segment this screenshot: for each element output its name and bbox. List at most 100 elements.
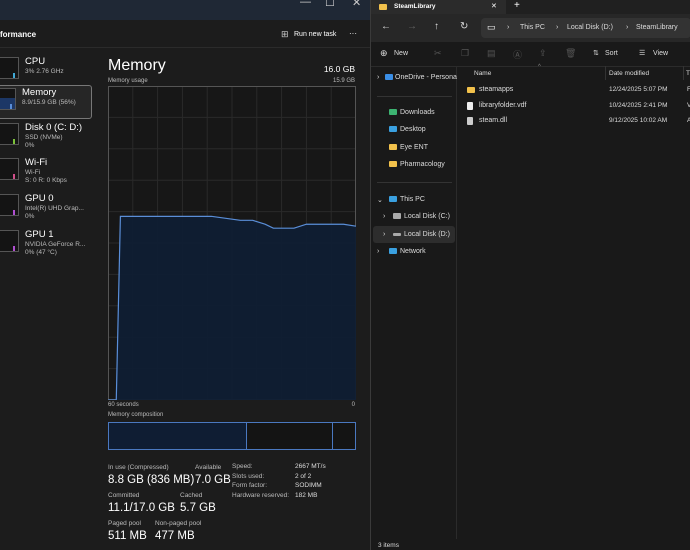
chevron-right-icon[interactable]: › <box>383 213 385 220</box>
chevron-right-icon[interactable]: › <box>383 231 385 238</box>
x-axis-left-label: 60 seconds <box>108 402 139 408</box>
nav-eye-ent[interactable]: Eye ENT <box>389 144 428 151</box>
page-title: formance <box>0 30 37 39</box>
chevron-down-icon[interactable]: ⌄ <box>377 196 383 204</box>
more-options-button[interactable]: ··· <box>349 29 357 38</box>
column-name[interactable]: Name <box>474 70 491 77</box>
share-icon[interactable]: ⇪ <box>539 48 547 59</box>
available-label: Available <box>195 464 222 471</box>
file-row[interactable]: steam.dll 9/12/2025 10:02 AM A <box>466 115 690 129</box>
address-bar[interactable]: ▭ › This PC › Local Disk (D:) › SteamLib… <box>481 18 690 38</box>
sidebar-item-detail: Intel(R) UHD Grap... <box>25 205 84 212</box>
column-type[interactable]: T <box>686 70 690 77</box>
column-divider[interactable] <box>605 66 606 80</box>
sort-button[interactable]: Sort <box>605 50 618 57</box>
drive-icon <box>393 232 401 236</box>
column-date-modified[interactable]: Date modified <box>609 70 649 77</box>
breadcrumb-this-pc[interactable]: This PC <box>520 24 545 31</box>
file-row[interactable]: libraryfolder.vdf 10/24/2025 2:41 PM V <box>466 100 690 114</box>
sidebar-item-gpu-0[interactable]: GPU 0 Intel(R) UHD Grap... 0% <box>0 192 92 226</box>
paste-icon[interactable]: ▤ <box>487 48 496 59</box>
tab-close-button[interactable]: ✕ <box>491 2 497 10</box>
forward-button[interactable]: → <box>407 21 417 32</box>
divider <box>377 96 452 97</box>
new-button[interactable]: New <box>394 50 408 57</box>
tab-steamlibrary[interactable]: SteamLibrary ✕ <box>371 0 506 14</box>
up-button[interactable]: ↑ <box>434 21 439 32</box>
nav-label: This PC <box>400 196 425 203</box>
nav-this-pc[interactable]: This PC <box>389 196 425 203</box>
nav-network[interactable]: Network <box>389 248 426 255</box>
spec-value: SODIMM <box>295 482 322 489</box>
nav-local-disk-d[interactable]: Local Disk (D:) <box>393 231 450 238</box>
close-button[interactable]: ✕ <box>352 0 361 9</box>
x-axis-right-label: 0 <box>351 402 355 408</box>
mini-graph <box>0 88 16 110</box>
nav-downloads[interactable]: Downloads <box>389 109 435 116</box>
nav-onedrive[interactable]: OneDrive - Persona <box>385 74 457 81</box>
cached-label: Cached <box>180 492 203 499</box>
sort-ascending-icon: ^ <box>538 64 541 70</box>
composition-label: Memory composition <box>108 412 164 418</box>
file-row[interactable]: steamapps 12/24/2025 5:07 PM F <box>466 84 690 98</box>
chevron-right-icon: › <box>556 24 559 31</box>
sidebar-item-disk-0-c-d-[interactable]: Disk 0 (C: D:) SSD (NVMe) 0% <box>0 121 92 155</box>
mini-graph-spike <box>10 104 12 109</box>
nav-local-disk-c[interactable]: Local Disk (C:) <box>393 213 450 220</box>
run-new-task-button[interactable]: Run new task <box>294 31 336 38</box>
mini-graph-spike <box>13 139 15 144</box>
nav-label: Network <box>400 248 426 255</box>
sidebar-item-name: Memory <box>22 87 57 98</box>
page-header: formance ⊞ Run new task ··· <box>0 20 370 48</box>
file-explorer-window: SteamLibrary ✕ + ← → ↑ ↻ ▭ › This PC › L… <box>370 0 690 550</box>
new-tab-button[interactable]: + <box>514 0 520 11</box>
view-button[interactable]: View <box>653 50 668 57</box>
back-button[interactable]: ← <box>381 21 391 32</box>
tab-bar: SteamLibrary ✕ + <box>371 0 690 14</box>
chevron-right-icon: › <box>507 24 510 31</box>
divider <box>377 182 452 183</box>
minimize-button[interactable]: — <box>300 0 311 8</box>
breadcrumb-local-disk-d[interactable]: Local Disk (D:) <box>567 24 613 31</box>
file-icon <box>467 101 473 110</box>
mini-graph-spike <box>13 210 15 215</box>
delete-icon[interactable]: 🗑 <box>565 48 576 59</box>
copy-icon[interactable]: ❐ <box>461 48 469 59</box>
sidebar-item-memory[interactable]: Memory 8.9/15.9 GB (56%) <box>0 85 92 119</box>
network-icon <box>389 248 397 255</box>
dll-file-icon <box>467 117 473 125</box>
sidebar-item-cpu[interactable]: CPU 3% 2.76 GHz <box>0 55 92 89</box>
chevron-right-icon[interactable]: › <box>377 248 379 255</box>
refresh-button[interactable]: ↻ <box>460 21 468 32</box>
memory-usage-chart <box>108 86 356 400</box>
mini-graph <box>0 230 19 252</box>
nav-label: Local Disk (C:) <box>404 213 450 220</box>
mini-graph <box>0 123 19 145</box>
file-date: 9/12/2025 10:02 AM <box>609 117 668 124</box>
breadcrumb-steamlibrary[interactable]: SteamLibrary <box>636 24 678 31</box>
usage-max: 15.9 GB <box>332 78 355 84</box>
nav-pharmacology[interactable]: Pharmacology <box>389 161 445 168</box>
sidebar-item-wi-fi[interactable]: Wi-Fi Wi-Fi S: 0 R: 0 Kbps <box>0 156 92 190</box>
download-icon <box>389 109 397 116</box>
chevron-right-icon[interactable]: › <box>377 74 379 81</box>
sidebar-item-detail: 0% (47 °C) <box>25 249 57 256</box>
sidebar-item-detail: 0% <box>25 142 35 149</box>
composition-segment-in-use <box>109 423 247 449</box>
available-value: 7.0 GB <box>195 474 231 486</box>
sidebar-item-name: Wi-Fi <box>25 157 48 168</box>
column-divider[interactable] <box>683 66 684 80</box>
mini-graph <box>0 158 19 180</box>
sidebar-item-name: GPU 0 <box>25 193 54 204</box>
maximize-button[interactable]: ☐ <box>325 0 335 9</box>
sidebar-item-gpu-1[interactable]: GPU 1 NVIDIA GeForce R... 0% (47 °C) <box>0 228 92 262</box>
command-bar: ⊕ New ✂ ❐ ▤ Ⓐ ⇪ 🗑 ⇅ Sort ☰ View <box>371 42 690 67</box>
folder-icon <box>379 4 387 10</box>
spec-label: Speed: <box>232 463 253 470</box>
rename-icon[interactable]: Ⓐ <box>513 48 522 61</box>
paged-pool-label: Paged pool <box>108 520 141 527</box>
nav-desktop[interactable]: Desktop <box>389 126 426 133</box>
mini-graph-spike <box>13 73 15 78</box>
cut-icon[interactable]: ✂ <box>434 48 442 59</box>
paged-pool-value: 511 MB <box>108 530 147 542</box>
